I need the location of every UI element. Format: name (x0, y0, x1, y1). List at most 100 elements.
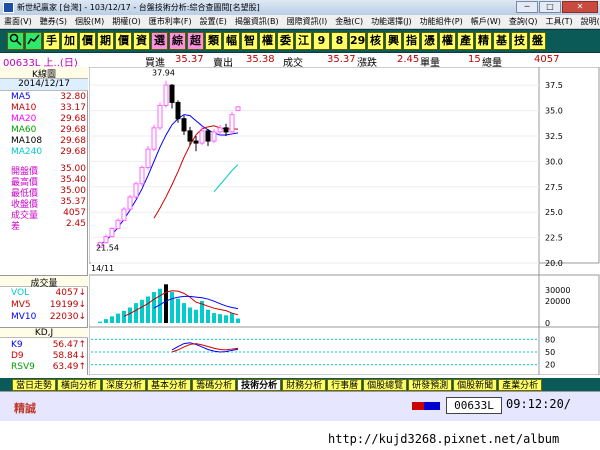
broker-name: 精誠 (14, 402, 36, 415)
price-tick-6: 22.5 (545, 234, 563, 243)
kd-row-1-value: 58.84↓ (52, 351, 86, 361)
toolbar-button-18[interactable]: 核 (367, 32, 384, 50)
price-tick-2: 32.5 (545, 132, 563, 141)
price-low-label: 21.54 (96, 243, 119, 252)
tab-8[interactable]: 個股總覽 (363, 378, 408, 391)
volume-bar-14 (182, 303, 186, 323)
tab-0[interactable]: 當日走勢 (12, 378, 57, 391)
volume-bar-16 (194, 309, 198, 323)
toolbar-button-13[interactable]: 委 (277, 32, 294, 50)
toolbar-button-7[interactable]: 綜 (169, 32, 186, 50)
menu-item-2[interactable]: 個股(M) (71, 16, 108, 27)
ma-row-1-value: 33.17 (60, 103, 86, 113)
search-icon[interactable] (7, 32, 24, 50)
volume-row-1-value: 19199↓ (49, 300, 86, 310)
menu-item-7[interactable]: 國際資訊(I) (283, 16, 332, 27)
kd-row-0: K9 56.47↑ (0, 340, 88, 351)
menu-item-11[interactable]: 帳戶(W) (467, 16, 505, 27)
volume-bar-20 (218, 314, 222, 323)
toolbar-button-11[interactable]: 智 (241, 32, 258, 50)
volume-bar-2 (110, 316, 114, 323)
trend-icon[interactable] (25, 32, 42, 50)
sell-price: 35.38 (246, 54, 275, 65)
toolbar-button-26[interactable]: 技 (511, 32, 528, 50)
menu-item-6[interactable]: 揭盤資訊(B) (231, 16, 283, 27)
toolbar-button-22[interactable]: 權 (439, 32, 456, 50)
price-tick-3: 30.0 (545, 157, 563, 166)
menu-item-5[interactable]: 設置(E) (196, 16, 231, 27)
volume-bar-18 (206, 309, 210, 323)
volume-row-0: VOL 4057↓ (0, 288, 88, 299)
ma-row-0-label: MA5 (11, 92, 31, 102)
status-time: 09:12:20/ (506, 397, 572, 411)
tab-7[interactable]: 行事曆 (327, 378, 363, 391)
toolbar-button-1[interactable]: 加 (61, 32, 78, 50)
tab-9[interactable]: 研發預測 (408, 378, 453, 391)
toolbar-button-14[interactable]: 江 (295, 32, 312, 50)
tab-10[interactable]: 個股新聞 (453, 378, 498, 391)
indicator-panel: K線圖 2014/12/17 MA5 32.80 MA10 33.17 MA20 29.6… (0, 67, 88, 375)
toolbar-button-8[interactable]: 超 (187, 32, 204, 50)
kd-row-2: RSV9 63.49↑ (0, 362, 88, 373)
status-indicator-blue (424, 402, 440, 410)
toolbar-button-21[interactable]: 憑 (421, 32, 438, 50)
toolbar-button-6[interactable]: 選 (151, 32, 168, 50)
toolbar-button-4[interactable]: 價 (115, 32, 132, 50)
menu-item-1[interactable]: 聽券(S) (36, 16, 71, 27)
price-high-label: 37.94 (152, 69, 175, 78)
toolbar-button-2[interactable]: 價 (79, 32, 96, 50)
price-tick-7: 20.0 (545, 259, 563, 268)
tab-2[interactable]: 深度分析 (102, 378, 147, 391)
analysis-tabs: 當日走勢 橫向分析 深度分析 基本分析 籌碼分析 技術分析 財務分析 行事曆 個股總覽 研發預測個… (0, 378, 600, 391)
tab-3[interactable]: 基本分析 (147, 378, 192, 391)
price-row-4: 成交量 4057 (0, 208, 88, 221)
toolbar-button-27[interactable]: 盤 (529, 32, 546, 50)
minimize-button[interactable]: ─ (516, 1, 538, 13)
volume-title: 成交量 (0, 275, 88, 289)
change-value: 2.45 (397, 54, 420, 65)
toolbar-button-24[interactable]: 精 (475, 32, 492, 50)
menu-item-12[interactable]: 查詢(Q) (505, 16, 542, 27)
chart-svg[interactable]: 37.5 35.0 32.5 30.0 27.5 25.0 22.5 20.0 37.94 21.… (88, 66, 600, 376)
candle-body-11 (163, 84, 169, 106)
tab-6[interactable]: 財務分析 (282, 378, 327, 391)
tab-4[interactable]: 籌碼分析 (192, 378, 237, 391)
maximize-button[interactable]: □ (539, 1, 561, 13)
toolbar-button-0[interactable]: 手 (43, 32, 60, 50)
toolbar-button-16[interactable]: 8 (331, 32, 348, 50)
toolbar-button-23[interactable]: 產 (457, 32, 474, 50)
kd-row-2-value: 63.49↑ (52, 362, 86, 372)
toolbar-button-15[interactable]: 9 (313, 32, 330, 50)
candle-body-20 (217, 127, 223, 133)
toolbar-button-10[interactable]: 幅 (223, 32, 240, 50)
toolbar-button-20[interactable]: 指 (403, 32, 420, 50)
menu-item-14[interactable]: 說明(H) (577, 16, 600, 27)
tab-1[interactable]: 橫向分析 (57, 378, 102, 391)
toolbar-button-5[interactable]: 資 (133, 32, 150, 50)
ma-row-3-value: 29.68 (60, 125, 86, 135)
menu-item-3[interactable]: 期權(O) (108, 16, 145, 27)
ma-row-4: MA108 29.68 (0, 136, 88, 147)
menu-item-10[interactable]: 功能組件(P) (416, 16, 467, 27)
tab-11[interactable]: 產業分析 (498, 378, 543, 391)
menu-item-13[interactable]: 工具(T) (541, 16, 576, 27)
menu-item-9[interactable]: 功能選擇(J) (367, 16, 416, 27)
toolbar-button-25[interactable]: 基 (493, 32, 510, 50)
kd-row-2-label: RSV9 (11, 362, 35, 372)
price-row-3-value: 35.37 (60, 197, 86, 207)
volume-row-0-value: 4057↓ (55, 288, 86, 298)
menu-item-4[interactable]: 匯市利率(F) (145, 16, 196, 27)
tab-5[interactable]: 技術分析 (237, 378, 282, 391)
toolbar-button-12[interactable]: 權 (259, 32, 276, 50)
status-code[interactable]: 00633L (446, 397, 502, 414)
toolbar-button-17[interactable]: 29 (349, 32, 366, 50)
close-button[interactable]: ✕ (562, 1, 598, 13)
volume-bar-1 (104, 319, 108, 323)
toolbar-button-3[interactable]: 期 (97, 32, 114, 50)
chart-area[interactable]: 37.5 35.0 32.5 30.0 27.5 25.0 22.5 20.0 37.94 21.… (88, 66, 600, 376)
toolbar-button-19[interactable]: 興 (385, 32, 402, 50)
kd-row-1-label: D9 (11, 351, 24, 361)
menu-item-0[interactable]: 畫面(V) (0, 16, 36, 27)
menu-item-8[interactable]: 金融(C) (331, 16, 367, 27)
toolbar-button-9[interactable]: 類 (205, 32, 222, 50)
